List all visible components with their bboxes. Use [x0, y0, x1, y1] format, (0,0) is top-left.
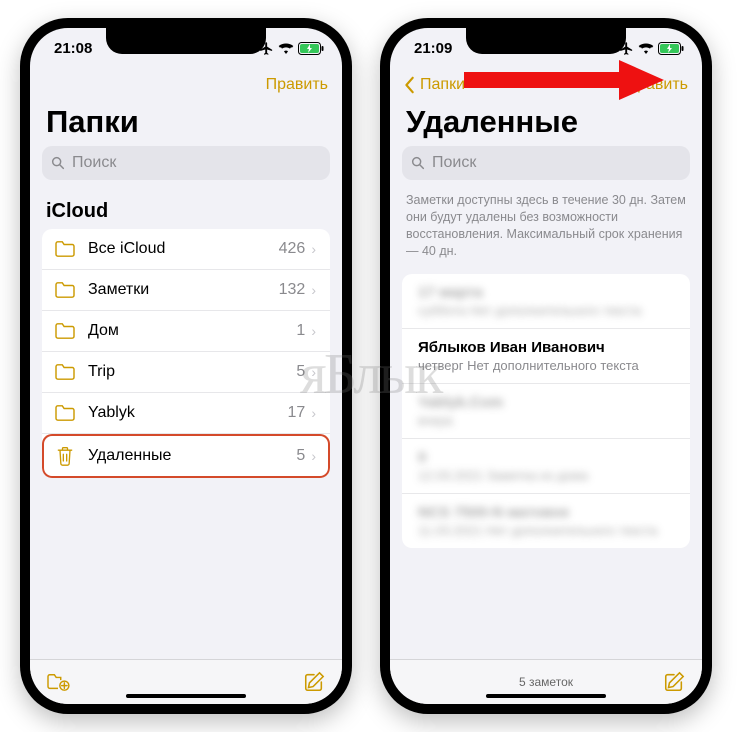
chevron-right-icon: › — [311, 241, 316, 257]
note-title: Яблыков Иван Иванович — [418, 339, 674, 356]
folder-row[interactable]: Все iCloud 426 › — [42, 229, 330, 270]
search-icon — [50, 155, 66, 171]
note-row[interactable]: 0 12.03.2021 Заметка из дома — [402, 439, 690, 494]
battery-icon — [658, 42, 684, 55]
phone-folders: 21:08 Править Папки Поиск iCloud — [20, 18, 352, 714]
folder-label: Trip — [88, 363, 296, 381]
notch — [466, 28, 626, 54]
folder-label: Все iCloud — [88, 240, 279, 258]
chevron-left-icon — [404, 76, 416, 94]
search-placeholder: Поиск — [432, 154, 476, 172]
folder-label: Заметки — [88, 281, 279, 299]
page-title: Папки — [30, 102, 342, 146]
compose-button[interactable] — [662, 670, 686, 694]
folder-label: Удаленные — [88, 447, 296, 465]
notes-list: 17 марта суббота Нет дополнительного тек… — [402, 274, 690, 548]
nav-bar: Папки Править — [390, 68, 702, 102]
note-sub: 11.03.2021 Нет дополнительного текста — [418, 523, 674, 538]
search-input[interactable]: Поиск — [402, 146, 690, 180]
battery-icon — [298, 42, 324, 55]
edit-button[interactable]: Править — [626, 76, 688, 94]
edit-button[interactable]: Править — [266, 76, 328, 94]
info-text: Заметки доступны здесь в течение 30 дн. … — [390, 186, 702, 274]
folder-row[interactable]: Дом 1 › — [42, 311, 330, 352]
folder-count: 1 — [296, 322, 305, 340]
notes-count: 5 заметок — [519, 675, 573, 689]
home-indicator[interactable] — [126, 694, 246, 698]
folder-list: Все iCloud 426 › Заметки 132 › Дом 1 › — [42, 229, 330, 478]
note-title: Yablyk.Com — [418, 394, 674, 411]
trash-icon — [54, 445, 76, 467]
back-label: Папки — [420, 76, 465, 94]
folder-icon — [54, 281, 76, 299]
folder-row[interactable]: Trip 5 › — [42, 352, 330, 393]
note-row[interactable]: NCS 7500-N матовое 11.03.2021 Нет дополн… — [402, 494, 690, 548]
compose-button[interactable] — [302, 670, 326, 694]
folder-icon — [54, 322, 76, 340]
search-input[interactable]: Поиск — [42, 146, 330, 180]
folder-icon — [54, 363, 76, 381]
folder-count: 17 — [288, 404, 306, 422]
wifi-icon — [638, 42, 654, 54]
search-icon — [410, 155, 426, 171]
phone-deleted: 21:09 Папки Править Удаленные Поиск — [380, 18, 712, 714]
new-folder-button[interactable] — [46, 670, 70, 694]
folder-label: Yablyk — [88, 404, 288, 422]
folder-count: 5 — [296, 447, 305, 465]
chevron-right-icon: › — [311, 364, 316, 380]
chevron-right-icon: › — [311, 405, 316, 421]
back-button[interactable]: Папки — [404, 76, 465, 94]
chevron-right-icon: › — [311, 448, 316, 464]
folder-row[interactable]: Заметки 132 › — [42, 270, 330, 311]
folder-count: 5 — [296, 363, 305, 381]
home-indicator[interactable] — [486, 694, 606, 698]
note-row[interactable]: 17 марта суббота Нет дополнительного тек… — [402, 274, 690, 329]
section-header: iCloud — [30, 186, 342, 229]
note-sub: четверг Нет дополнительного текста — [418, 358, 674, 373]
note-title: 0 — [418, 449, 674, 466]
folder-row-deleted[interactable]: Удаленные 5 › — [42, 434, 330, 478]
status-time: 21:08 — [54, 40, 92, 57]
page-title: Удаленные — [390, 102, 702, 146]
note-title: NCS 7500-N матовое — [418, 504, 674, 521]
note-sub: 12.03.2021 Заметка из дома — [418, 468, 674, 483]
note-sub: суббота Нет дополнительного текста — [418, 303, 674, 318]
chevron-right-icon: › — [311, 323, 316, 339]
folder-icon — [54, 240, 76, 258]
search-placeholder: Поиск — [72, 154, 116, 172]
chevron-right-icon: › — [311, 282, 316, 298]
note-title: 17 марта — [418, 284, 674, 301]
nav-bar: Править — [30, 68, 342, 102]
notch — [106, 28, 266, 54]
folder-count: 132 — [279, 281, 306, 299]
note-sub: вчера — [418, 413, 674, 428]
wifi-icon — [278, 42, 294, 54]
folder-row[interactable]: Yablyk 17 › — [42, 393, 330, 434]
folder-icon — [54, 404, 76, 422]
status-time: 21:09 — [414, 40, 452, 57]
note-row[interactable]: Яблыков Иван Иванович четверг Нет дополн… — [402, 329, 690, 384]
folder-count: 426 — [279, 240, 306, 258]
note-row[interactable]: Yablyk.Com вчера — [402, 384, 690, 439]
folder-label: Дом — [88, 322, 296, 340]
